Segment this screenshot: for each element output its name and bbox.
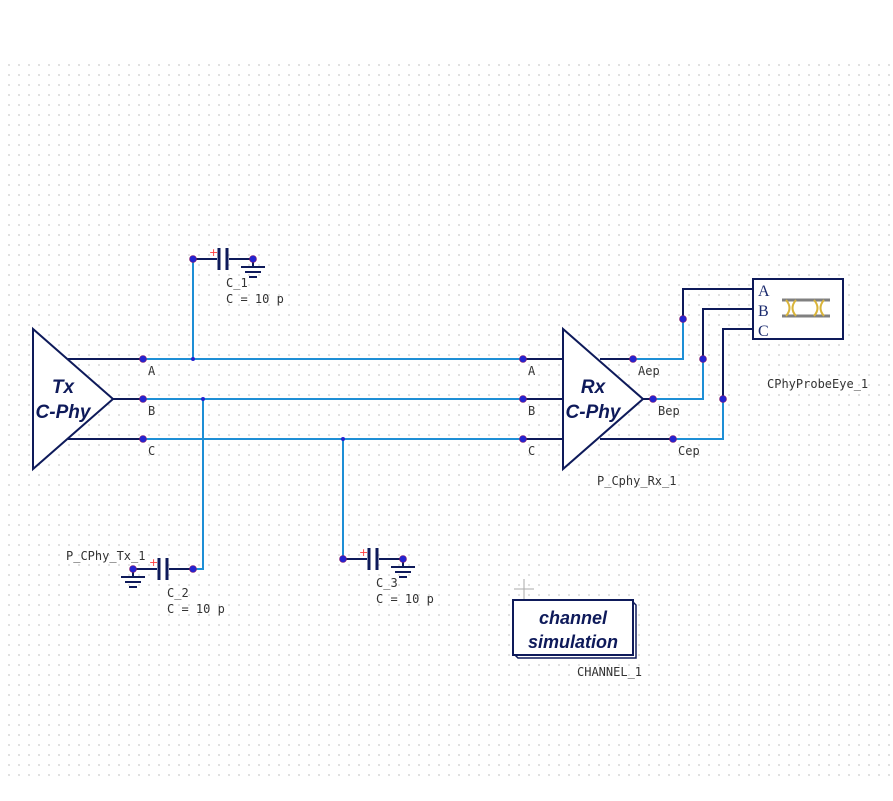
c2-value-label: C = 10 p (167, 602, 225, 616)
node-rx-cep[interactable] (669, 435, 677, 443)
c1-name-label: C_1 (226, 276, 248, 290)
probe-pin-c-label: C (758, 323, 769, 340)
tx-cphy-component[interactable] (32, 326, 143, 472)
node-probe-a[interactable] (679, 315, 687, 323)
node-tx-a[interactable] (139, 355, 147, 363)
tx-pin-c-label: C (148, 444, 155, 458)
nodes (129, 255, 727, 573)
rx-pin-aep-label: Aep (638, 364, 660, 378)
rx-pin-bep-label: Bep (658, 404, 680, 418)
schematic: Tx C-Phy A B C P_CPhy_Tx_1 Rx C-Phy A B … (32, 246, 868, 679)
junction-b (201, 397, 205, 401)
channel-instance-label: CHANNEL_1 (577, 665, 642, 679)
node-c1-left[interactable] (189, 255, 197, 263)
tx-pin-a-label: A (148, 364, 156, 378)
probe-lead-a (682, 288, 753, 319)
channel-label-line2: simulation (528, 632, 618, 652)
node-probe-b[interactable] (699, 355, 707, 363)
rx-instance-label: P_Cphy_Rx_1 (597, 474, 676, 488)
node-c2-left[interactable] (129, 565, 137, 573)
node-c2-right[interactable] (189, 565, 197, 573)
channel-label-line1: channel (539, 608, 608, 628)
tx-triangle (32, 326, 115, 472)
probe-lead-c (722, 328, 753, 399)
rx-pin-c-label: C (528, 444, 535, 458)
c2-name-label: C_2 (167, 586, 189, 600)
c3-plus-marker: + (359, 546, 368, 559)
node-tx-b[interactable] (139, 395, 147, 403)
wire-aep[interactable] (633, 319, 684, 360)
c1-plus-marker: + (209, 246, 218, 259)
node-tx-c[interactable] (139, 435, 147, 443)
tx-pin-b-label: B (148, 404, 155, 418)
tx-label-line1: Tx (52, 377, 76, 398)
wire-c2-to-b[interactable] (193, 399, 204, 570)
node-rx-b[interactable] (519, 395, 527, 403)
rx-label-line2: C-Phy (566, 402, 622, 423)
node-c3-right[interactable] (399, 555, 407, 563)
wire-bep[interactable] (653, 359, 704, 400)
rx-pin-b-label: B (528, 404, 535, 418)
node-rx-a[interactable] (519, 355, 527, 363)
node-rx-aep[interactable] (629, 355, 637, 363)
rx-pin-a-label: A (528, 364, 536, 378)
node-rx-bep[interactable] (649, 395, 657, 403)
c3-value-label: C = 10 p (376, 592, 434, 606)
rx-pin-cep-label: Cep (678, 444, 700, 458)
probe-lead-b (702, 308, 753, 359)
c1-value-label: C = 10 p (226, 292, 284, 306)
schematic-canvas[interactable]: Tx C-Phy A B C P_CPhy_Tx_1 Rx C-Phy A B … (0, 0, 893, 801)
node-rx-c[interactable] (519, 435, 527, 443)
rx-label-line1: Rx (581, 377, 607, 398)
tx-instance-label: P_CPhy_Tx_1 (66, 549, 145, 563)
junction-c (341, 437, 345, 441)
probe-pin-b-label: B (758, 303, 769, 320)
node-c1-right[interactable] (249, 255, 257, 263)
node-c3-left[interactable] (339, 555, 347, 563)
node-probe-c[interactable] (719, 395, 727, 403)
c3-name-label: C_3 (376, 576, 398, 590)
tx-label-line2: C-Phy (36, 402, 92, 423)
probe-instance-label: CPhyProbeEye_1 (767, 377, 868, 391)
wire-cep[interactable] (673, 399, 724, 440)
c2-plus-marker: + (149, 556, 158, 569)
probe-pin-a-label: A (758, 283, 770, 300)
anchor-cross-icon (514, 579, 534, 599)
rx-triangle (562, 326, 645, 472)
junction-a (191, 357, 195, 361)
